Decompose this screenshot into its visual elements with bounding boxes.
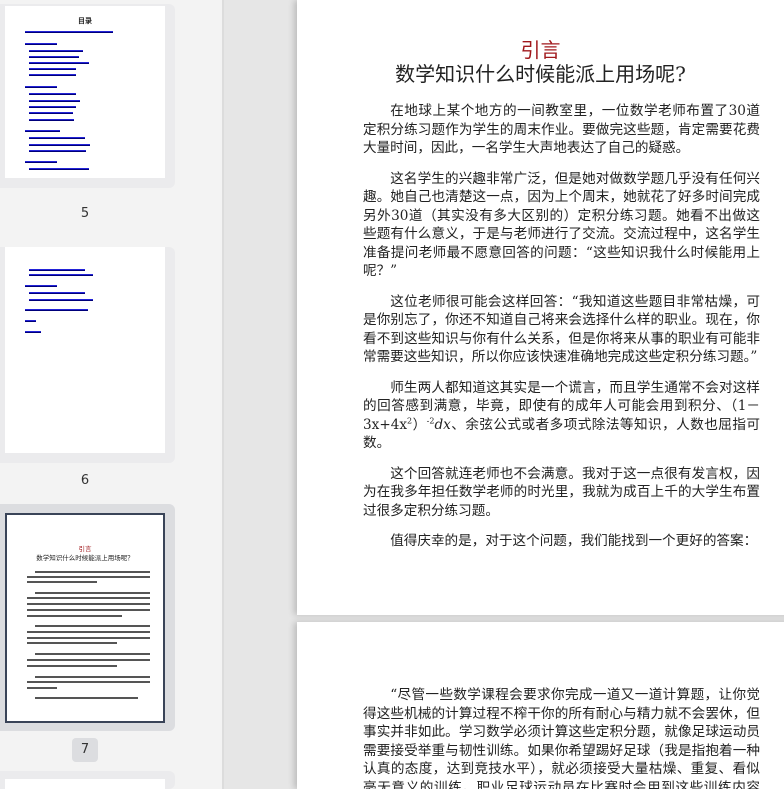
thumbnail-page-7-label: 7 <box>72 738 98 762</box>
toc-link <box>29 50 83 52</box>
thumbnail-page-5-content: 目录 <box>5 6 165 178</box>
toc-link <box>29 106 76 108</box>
toc-link <box>29 68 76 70</box>
thumbnail-subtitle: 数学知识什么时候能派上用场呢？ <box>36 554 134 562</box>
toc-link <box>25 285 57 287</box>
paragraph: 值得庆幸的是，对于这个问题，我们能找到一个更好的答案： <box>390 533 758 549</box>
thumbnail-title: 引言 <box>78 545 92 553</box>
thumbnail-page-8-content <box>5 779 165 789</box>
toc-link <box>25 86 57 88</box>
paragraph: 这个回答就连老师也不会满意。我对于这一点很有发言权，因为在我多年担任数学老师的时… <box>363 465 760 519</box>
thumbnail-page-8[interactable] <box>0 771 175 789</box>
thumbnail-page-5[interactable]: 目录 <box>0 4 175 188</box>
toc-link <box>29 62 89 64</box>
thumbnail-page-6-label: 6 <box>80 473 90 488</box>
toc-link <box>29 269 85 271</box>
toc-link <box>25 130 60 132</box>
toc-link <box>29 74 76 76</box>
chapter-subtitle: 数学知识什么时候能派上用场呢? <box>395 62 686 86</box>
paragraph: 在地球上某个地方的一间教室里，一位数学老师布置了30道定积分练习题作为学生的周末… <box>363 103 760 156</box>
toc-link <box>29 292 85 294</box>
thumbnail-page-6-content <box>5 247 165 453</box>
paragraph-with-formula: 师生两人都知道这其实是一个谎言，而且学生通常不会对这样的回答感到满意，毕竟，即使… <box>363 379 760 453</box>
toc-link <box>25 309 88 311</box>
text: ） <box>412 416 427 433</box>
toc-link <box>29 144 90 146</box>
thumbnail-page-6[interactable] <box>0 247 175 463</box>
document-viewer[interactable]: 引言 数学知识什么时候能派上用场呢? 在地球上某个地方的一间教室里，一位数学老师… <box>226 0 784 789</box>
thumbnail-sidebar: 目录 5 6 引言 数学知识什么时候能派上用场呢？ 7 <box>0 0 224 789</box>
page-body: “尽管一些数学课程会要求你完成一道又一道计算题，让你觉得这些机械的计算过程不榨干… <box>363 686 760 789</box>
toc-link <box>29 299 93 301</box>
toc-link <box>29 56 79 58</box>
toc-link <box>25 320 36 322</box>
toc-link <box>29 119 74 121</box>
toc-link <box>25 331 41 333</box>
toc-link <box>25 31 113 33</box>
page-body: 在地球上某个地方的一间教室里，一位数学老师布置了30道定积分练习题作为学生的周末… <box>363 102 760 563</box>
thumbnail-page-5-label: 5 <box>80 206 90 221</box>
toc-link <box>29 137 85 139</box>
formula-dx: dx <box>434 416 451 433</box>
paragraph: 这位老师很可能会这样回答：“我知道这些题目非常枯燥，可是你别忘了，你还不知道自己… <box>363 293 760 366</box>
toc-link <box>29 150 86 152</box>
toc-link <box>25 161 57 163</box>
toc-link <box>29 100 80 102</box>
paragraph: “尽管一些数学课程会要求你完成一道又一道计算题，让你觉得这些机械的计算过程不榨干… <box>363 687 760 789</box>
toc-link <box>29 274 93 276</box>
toc-link <box>29 112 73 114</box>
toc-link <box>29 168 89 170</box>
toc-link <box>29 93 76 95</box>
paragraph: 这名学生的兴趣非常广泛，但是她对做数学题几乎没有任何兴趣。她自己也清楚这一点，因… <box>363 170 760 280</box>
thumbnail-page-7-selected[interactable]: 引言 数学知识什么时候能派上用场呢？ <box>0 504 175 731</box>
toc-link <box>25 43 57 45</box>
document-page-8: “尽管一些数学课程会要求你完成一道又一道计算题，让你觉得这些机械的计算过程不榨干… <box>297 622 784 789</box>
thumbnail-page-7-content: 引言 数学知识什么时候能派上用场呢？ <box>5 513 165 723</box>
document-page-7: 引言 数学知识什么时候能派上用场呢? 在地球上某个地方的一间教室里，一位数学老师… <box>297 0 784 615</box>
toc-title: 目录 <box>78 16 92 25</box>
